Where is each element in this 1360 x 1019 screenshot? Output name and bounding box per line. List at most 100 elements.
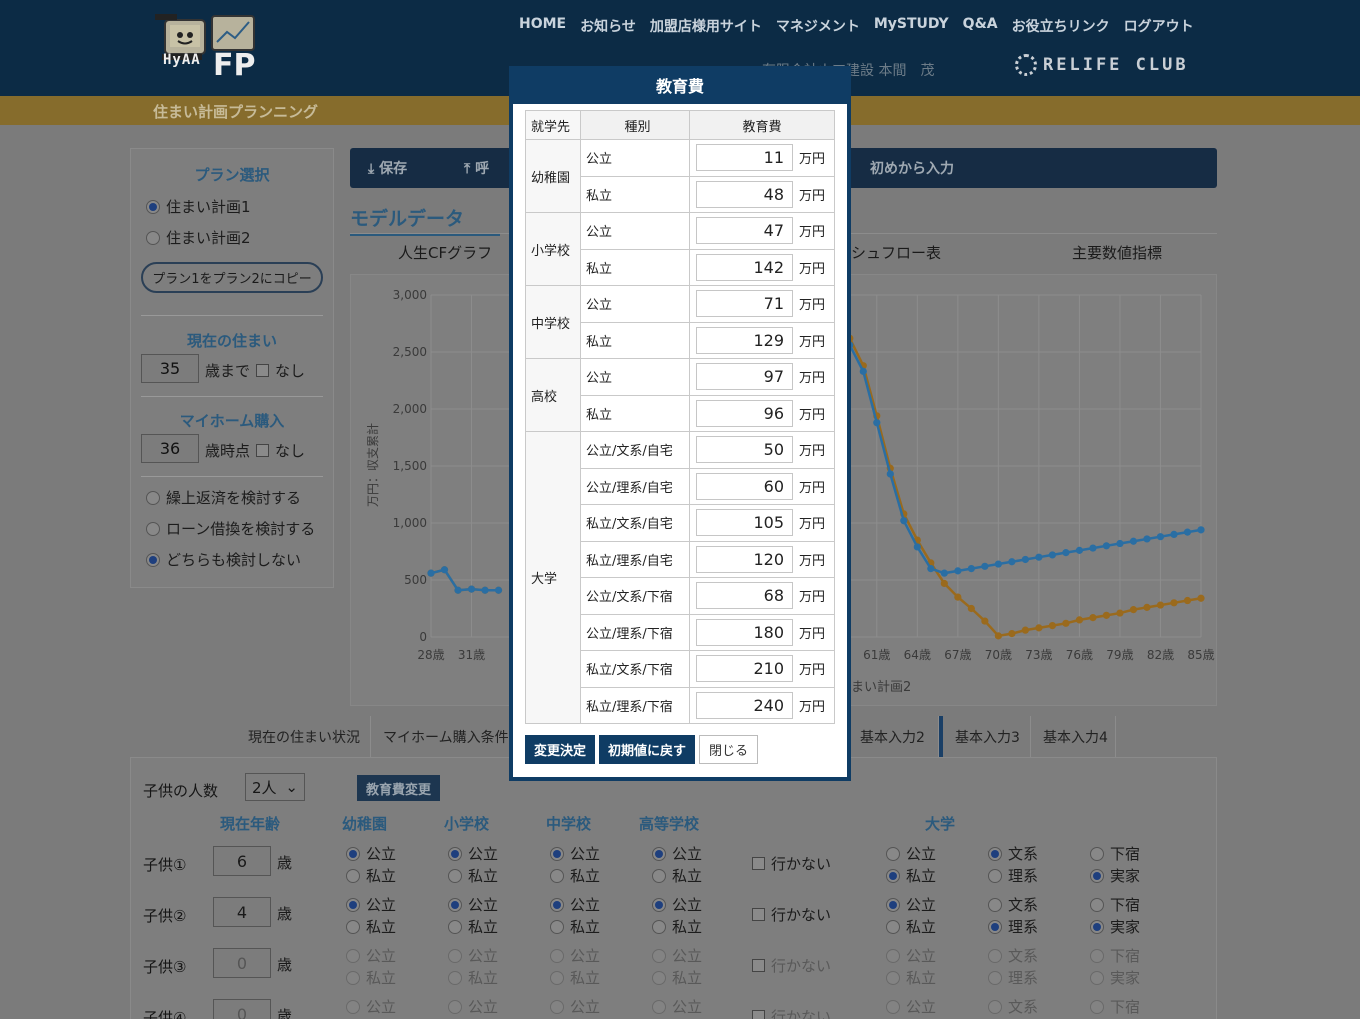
tab-purchase-conditions[interactable]: マイホーム購入条件 bbox=[371, 716, 521, 758]
radio-icon[interactable] bbox=[1090, 919, 1104, 934]
cost-input[interactable]: 50 bbox=[696, 436, 793, 464]
checkbox-icon[interactable] bbox=[752, 908, 765, 921]
radio-icon[interactable] bbox=[448, 846, 462, 861]
univ-field-radio[interactable]: 文系 bbox=[988, 843, 1038, 864]
univ-housing-radio[interactable]: 実家 bbox=[1090, 916, 1140, 937]
radio-icon[interactable] bbox=[448, 970, 462, 985]
save-button[interactable]: ⤓ 保存 bbox=[368, 158, 407, 178]
elementary-radio[interactable]: 私立 bbox=[448, 865, 498, 886]
radio-icon[interactable] bbox=[346, 897, 360, 912]
elementary-radio[interactable]: 公立 bbox=[448, 945, 498, 966]
plan1-radio[interactable]: 住まい計画1 bbox=[146, 196, 251, 217]
child-age-input[interactable]: 0 bbox=[213, 999, 271, 1019]
radio-icon[interactable] bbox=[652, 868, 666, 883]
radio-icon[interactable] bbox=[550, 846, 564, 861]
radio-icon[interactable] bbox=[448, 868, 462, 883]
elementary-radio[interactable]: 公立 bbox=[448, 996, 498, 1017]
radio-icon[interactable] bbox=[652, 919, 666, 934]
univ-field-radio[interactable]: 文系 bbox=[988, 894, 1038, 915]
radio-icon[interactable] bbox=[550, 868, 564, 883]
prepay-radio[interactable]: 繰上返済を検討する bbox=[146, 487, 301, 508]
radio-icon[interactable] bbox=[448, 897, 462, 912]
cost-input[interactable]: 60 bbox=[696, 472, 793, 500]
elementary-radio[interactable]: 公立 bbox=[448, 894, 498, 915]
univ-type-radio[interactable]: 私立 bbox=[886, 865, 936, 886]
radio-icon[interactable] bbox=[886, 919, 900, 934]
tab-basic-2[interactable]: 基本入力2 bbox=[848, 716, 939, 758]
nav-management[interactable]: マネジメント bbox=[776, 16, 860, 36]
plan2-radio[interactable]: 住まい計画2 bbox=[146, 227, 251, 248]
univ-type-radio[interactable]: 公立 bbox=[886, 945, 936, 966]
cost-input[interactable]: 96 bbox=[696, 399, 793, 427]
radio-icon[interactable] bbox=[146, 552, 160, 567]
radio-icon[interactable] bbox=[146, 490, 160, 505]
checkbox-icon[interactable] bbox=[752, 959, 765, 972]
nav-links[interactable]: お役立ちリンク bbox=[1012, 16, 1110, 36]
radio-icon[interactable] bbox=[146, 521, 160, 536]
kinder-radio[interactable]: 公立 bbox=[346, 996, 396, 1017]
univ-housing-radio[interactable]: 下宿 bbox=[1090, 894, 1140, 915]
radio-icon[interactable] bbox=[346, 919, 360, 934]
child-count-select[interactable]: 2人 ⌄ bbox=[245, 773, 305, 801]
radio-icon[interactable] bbox=[1090, 948, 1104, 963]
middle-radio[interactable]: 公立 bbox=[550, 843, 600, 864]
apply-button[interactable]: 変更決定 bbox=[525, 735, 596, 764]
elementary-radio[interactable]: 私立 bbox=[448, 967, 498, 988]
univ-housing-radio[interactable]: 下宿 bbox=[1090, 843, 1140, 864]
nav-mystudy[interactable]: MySTUDY bbox=[874, 16, 949, 36]
cost-input[interactable]: 105 bbox=[696, 509, 793, 537]
radio-icon[interactable] bbox=[652, 999, 666, 1014]
cost-input[interactable]: 180 bbox=[696, 618, 793, 646]
univ-type-radio[interactable]: 公立 bbox=[886, 996, 936, 1017]
kinder-radio[interactable]: 私立 bbox=[346, 967, 396, 988]
high-radio[interactable]: 公立 bbox=[652, 894, 702, 915]
middle-radio[interactable]: 私立 bbox=[550, 967, 600, 988]
radio-icon[interactable] bbox=[988, 948, 1002, 963]
cost-input[interactable]: 129 bbox=[696, 326, 793, 354]
checkbox-icon[interactable] bbox=[752, 1010, 765, 1019]
univ-type-radio[interactable]: 私立 bbox=[886, 916, 936, 937]
cost-input[interactable]: 68 bbox=[696, 582, 793, 610]
radio-icon[interactable] bbox=[346, 999, 360, 1014]
no-university-checkbox[interactable]: 行かない bbox=[752, 904, 831, 925]
load-button[interactable]: ⤒ 呼 bbox=[464, 158, 489, 178]
kinder-radio[interactable]: 公立 bbox=[346, 945, 396, 966]
no-university-checkbox[interactable]: 行かない bbox=[752, 1006, 831, 1019]
edu-cost-change-button[interactable]: 教育費変更 bbox=[357, 775, 441, 801]
radio-icon[interactable] bbox=[988, 868, 1002, 883]
univ-type-radio[interactable]: 公立 bbox=[886, 843, 936, 864]
radio-icon[interactable] bbox=[146, 199, 160, 214]
middle-radio[interactable]: 公立 bbox=[550, 945, 600, 966]
cost-input[interactable]: 11 bbox=[696, 144, 793, 172]
radio-icon[interactable] bbox=[346, 948, 360, 963]
radio-icon[interactable] bbox=[652, 897, 666, 912]
radio-icon[interactable] bbox=[448, 919, 462, 934]
kinder-radio[interactable]: 私立 bbox=[346, 865, 396, 886]
high-radio[interactable]: 公立 bbox=[652, 996, 702, 1017]
univ-field-radio[interactable]: 理系 bbox=[988, 865, 1038, 886]
none-checkbox[interactable] bbox=[256, 364, 270, 377]
radio-icon[interactable] bbox=[346, 868, 360, 883]
tab-life-cf-graph[interactable]: 人生CFグラフ bbox=[398, 242, 492, 263]
child-age-input[interactable]: 6 bbox=[213, 846, 271, 876]
high-radio[interactable]: 公立 bbox=[652, 945, 702, 966]
tab-current-home[interactable]: 現在の住まい状況 bbox=[236, 716, 371, 758]
high-radio[interactable]: 私立 bbox=[652, 865, 702, 886]
univ-type-radio[interactable]: 公立 bbox=[886, 894, 936, 915]
radio-icon[interactable] bbox=[448, 948, 462, 963]
high-radio[interactable]: 公立 bbox=[652, 843, 702, 864]
high-radio[interactable]: 私立 bbox=[652, 967, 702, 988]
tab-cashflow-table[interactable]: シュフロー表 bbox=[851, 242, 941, 263]
copy-plan-button[interactable]: プラン1をプラン2にコピー bbox=[141, 262, 323, 293]
cost-input[interactable]: 47 bbox=[696, 217, 793, 245]
tab-basic-3[interactable]: 基本入力3 bbox=[939, 716, 1031, 758]
nav-member-site[interactable]: 加盟店様用サイト bbox=[650, 16, 762, 36]
radio-icon[interactable] bbox=[1090, 868, 1104, 883]
univ-housing-radio[interactable]: 実家 bbox=[1090, 967, 1140, 988]
kinder-radio[interactable]: 私立 bbox=[346, 916, 396, 937]
radio-icon[interactable] bbox=[1090, 970, 1104, 985]
univ-field-radio[interactable]: 文系 bbox=[988, 945, 1038, 966]
radio-icon[interactable] bbox=[988, 846, 1002, 861]
middle-radio[interactable]: 公立 bbox=[550, 996, 600, 1017]
radio-icon[interactable] bbox=[550, 999, 564, 1014]
